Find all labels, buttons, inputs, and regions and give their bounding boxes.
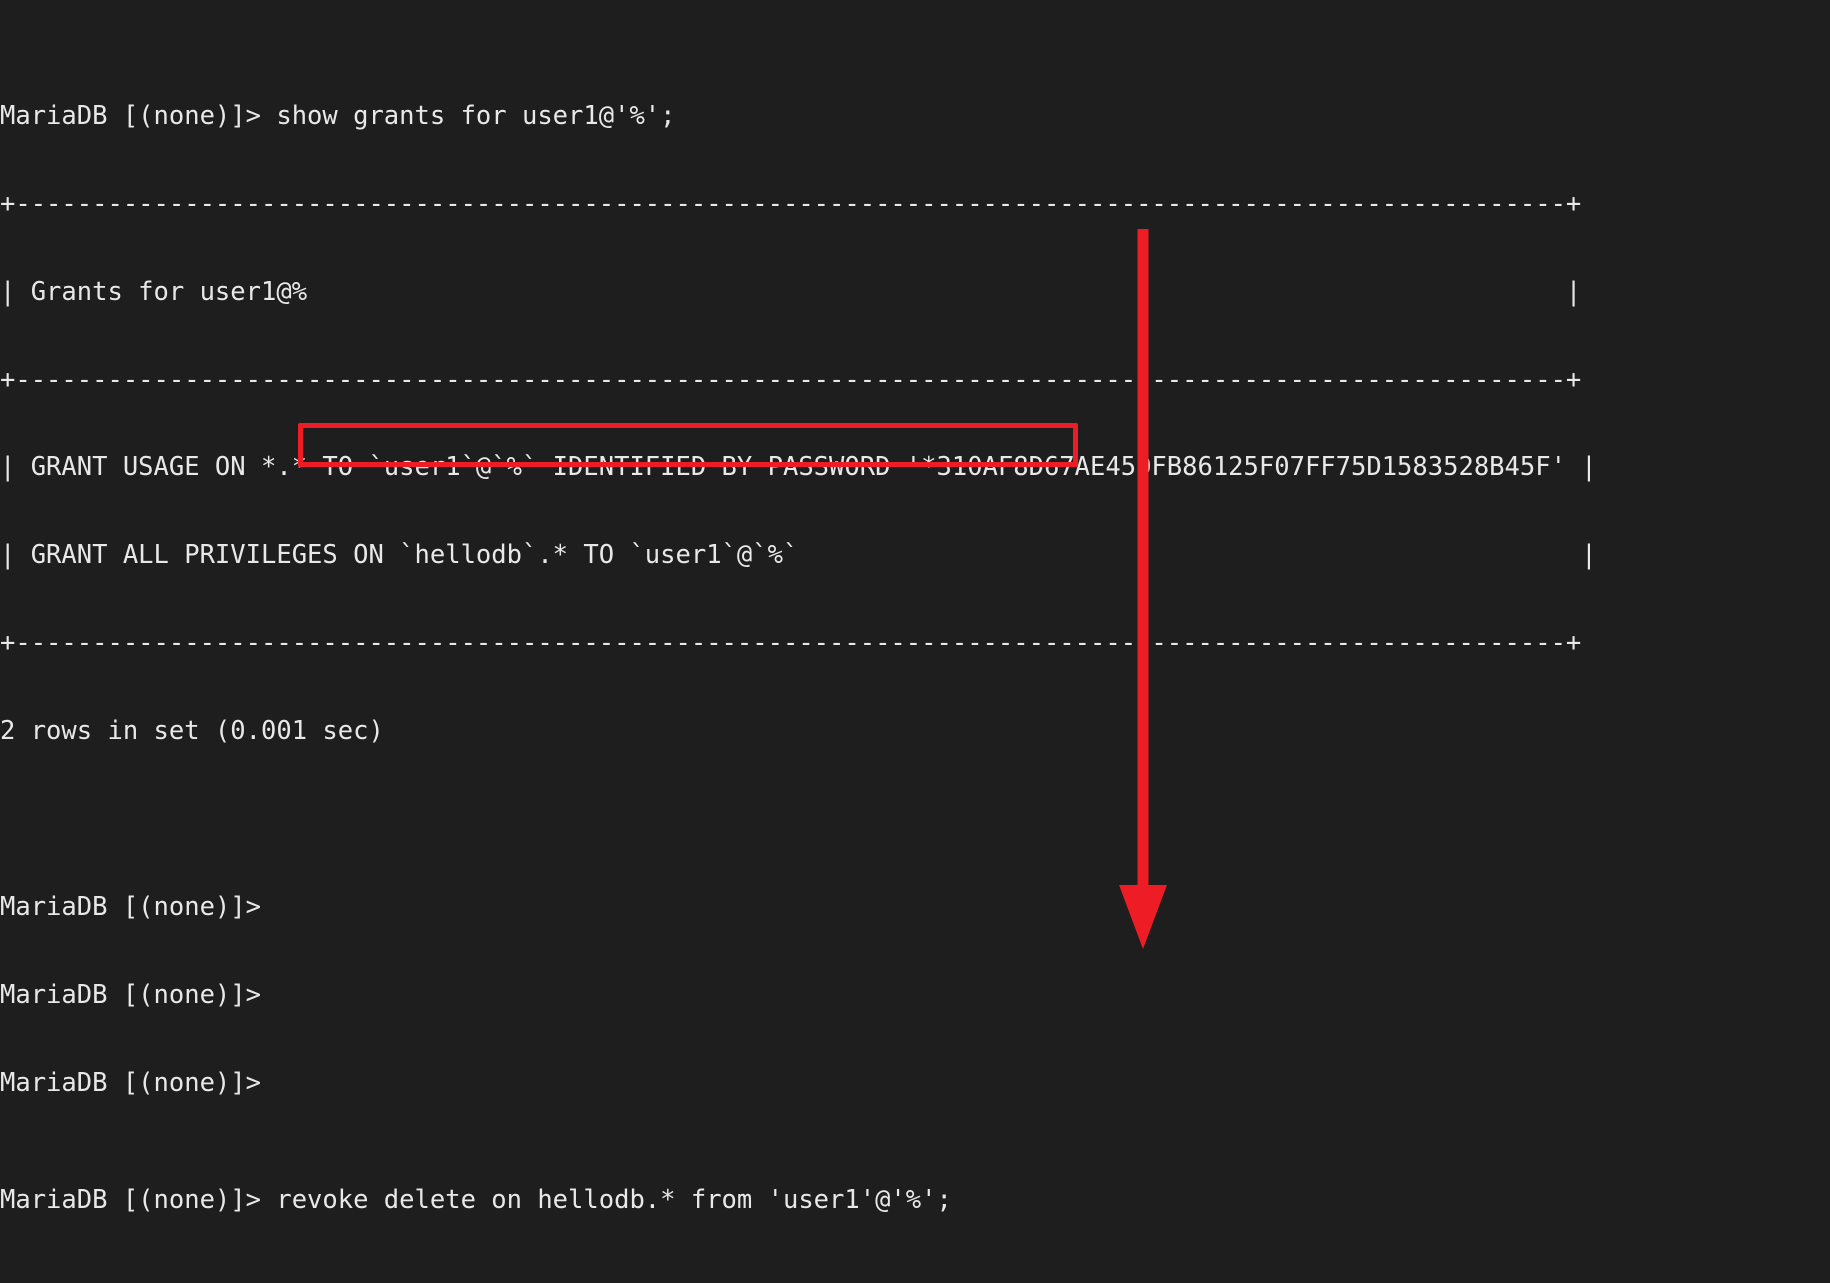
terminal-command-line: MariaDB [(none)]> revoke delete on hello… (0, 1184, 1643, 1215)
terminal-line: | Grants for user1@% | (0, 276, 1582, 307)
revoke-command-text: revoke delete on hellodb.* from 'user1'@… (276, 1184, 952, 1215)
terminal-line: MariaDB [(none)]> show grants for user1@… (0, 100, 676, 131)
terminal-prompt-line: MariaDB [(none)]> (0, 979, 277, 1010)
terminal-line: 2 rows in set (0.001 sec) (0, 716, 384, 747)
terminal-line: +---------------------------------------… (0, 188, 1582, 219)
terminal-line: | GRANT USAGE ON *.* TO `user1`@`%` IDEN… (0, 452, 1597, 483)
terminal-prompt: MariaDB [(none)]> (0, 1184, 277, 1215)
terminal-window[interactable]: MariaDB [(none)]> show grants for user1@… (0, 0, 1830, 1283)
terminal-output: MariaDB [(none)]> show grants for user1@… (0, 14, 1643, 1283)
terminal-line: | GRANT ALL PRIVILEGES ON `hellodb`.* TO… (0, 540, 1597, 571)
terminal-prompt-line: MariaDB [(none)]> (0, 891, 277, 922)
terminal-prompt-line: MariaDB [(none)]> (0, 1067, 277, 1098)
terminal-line: +---------------------------------------… (0, 628, 1582, 659)
terminal-line: +---------------------------------------… (0, 364, 1582, 395)
